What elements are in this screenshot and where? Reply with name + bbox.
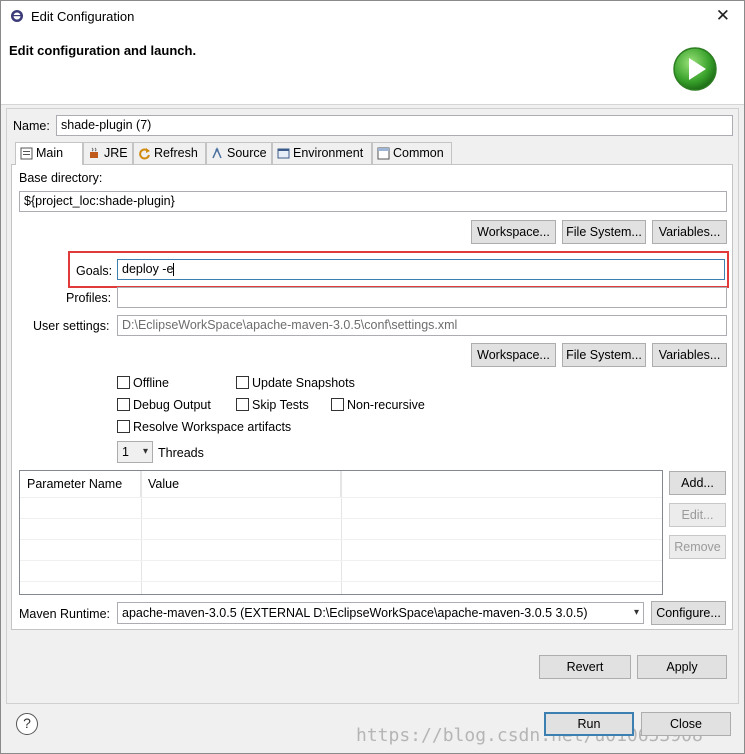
header-title: Edit configuration and launch. (9, 43, 197, 58)
column-header-parameter-name[interactable]: Parameter Name (20, 471, 141, 497)
table-row (20, 518, 662, 539)
parameters-table[interactable]: Parameter Name Value (19, 470, 663, 595)
offline-label: Offline (133, 376, 169, 390)
window-title: Edit Configuration (31, 9, 135, 24)
name-label: Name: (13, 119, 50, 133)
tab-common-label: Common (393, 146, 444, 160)
threads-select[interactable]: 1 ▾ (117, 441, 153, 463)
tab-jre[interactable]: JRE (83, 142, 133, 164)
maven-runtime-label: Maven Runtime: (19, 607, 111, 621)
user-settings-label: User settings: (33, 319, 110, 333)
remove-parameter-button[interactable]: Remove (669, 535, 726, 559)
goals-value: deploy -e (122, 262, 174, 276)
tab-refresh[interactable]: Refresh (133, 142, 206, 164)
run-button[interactable]: Run (544, 712, 634, 736)
environment-icon (277, 148, 290, 159)
close-button[interactable]: Close (641, 712, 731, 736)
tab-source-label: Source (227, 146, 267, 160)
tab-environment[interactable]: Environment (272, 142, 372, 164)
variables-button-2[interactable]: Variables... (652, 343, 727, 367)
skip-tests-label: Skip Tests (252, 398, 309, 412)
goals-field[interactable]: deploy -e (117, 259, 725, 280)
variables-button[interactable]: Variables... (652, 220, 727, 244)
maven-runtime-select[interactable]: apache-maven-3.0.5 (EXTERNAL D:\EclipseW… (117, 602, 644, 624)
non-recursive-label: Non-recursive (347, 398, 425, 412)
non-recursive-checkbox[interactable] (331, 398, 344, 411)
skip-tests-checkbox[interactable] (236, 398, 249, 411)
table-row (20, 497, 662, 518)
column-header-value[interactable]: Value (141, 471, 341, 497)
tab-main[interactable]: Main (15, 142, 83, 165)
profiles-label: Profiles: (66, 291, 112, 305)
source-icon (212, 147, 222, 159)
tab-refresh-label: Refresh (154, 146, 198, 160)
profiles-field[interactable] (117, 287, 727, 308)
name-field[interactable]: shade-plugin (7) (56, 115, 733, 136)
chevron-down-icon: ▾ (142, 446, 148, 457)
help-icon[interactable]: ? (16, 713, 38, 735)
title-bar: Edit Configuration ✕ (1, 1, 744, 31)
update-snapshots-checkbox[interactable] (236, 376, 249, 389)
offline-checkbox[interactable] (117, 376, 130, 389)
text-cursor (173, 263, 175, 277)
add-parameter-button[interactable]: Add... (669, 471, 726, 495)
resolve-workspace-checkbox[interactable] (117, 420, 130, 433)
common-icon (377, 147, 390, 160)
table-row (20, 560, 662, 581)
user-settings-field[interactable]: D:\EclipseWorkSpace\apache-maven-3.0.5\c… (117, 315, 727, 336)
tab-source[interactable]: Source (206, 142, 272, 164)
file-system-button[interactable]: File System... (562, 220, 646, 244)
base-directory-label: Base directory: (19, 171, 103, 185)
tab-environment-label: Environment (293, 146, 364, 160)
threads-label: Threads (158, 446, 204, 460)
dialog-header: Edit configuration and launch. (1, 31, 744, 105)
refresh-icon (139, 148, 150, 160)
edit-configuration-dialog: Edit Configuration ✕ Edit configuration … (0, 0, 745, 754)
tab-main-label: Main (36, 146, 64, 160)
table-row (20, 581, 662, 594)
tab-jre-label: JRE (104, 146, 128, 160)
close-window-icon[interactable]: ✕ (716, 6, 730, 26)
tab-common[interactable]: Common (372, 142, 452, 164)
tab-bar: Main JRE Refresh Source Environment Comm… (11, 142, 452, 165)
run-launch-icon (673, 47, 717, 91)
workspace-button-2[interactable]: Workspace... (471, 343, 556, 367)
revert-button[interactable]: Revert (539, 655, 631, 679)
configure-button[interactable]: Configure... (651, 601, 726, 625)
table-row (20, 539, 662, 560)
chevron-down-icon: ▾ (633, 607, 639, 618)
threads-value: 1 (122, 445, 129, 459)
main-tab-icon (20, 147, 33, 160)
goals-label: Goals: (76, 264, 113, 278)
apply-button[interactable]: Apply (637, 655, 727, 679)
base-directory-field[interactable]: ${project_loc:shade-plugin} (19, 191, 727, 212)
update-snapshots-label: Update Snapshots (252, 376, 355, 390)
edit-parameter-button[interactable]: Edit... (669, 503, 726, 527)
debug-output-checkbox[interactable] (117, 398, 130, 411)
workspace-button[interactable]: Workspace... (471, 220, 556, 244)
jre-icon (90, 147, 98, 158)
maven-runtime-value: apache-maven-3.0.5 (EXTERNAL D:\EclipseW… (122, 606, 588, 620)
resolve-workspace-label: Resolve Workspace artifacts (133, 420, 292, 434)
eclipse-icon (11, 10, 23, 22)
debug-output-label: Debug Output (133, 398, 211, 412)
file-system-button-2[interactable]: File System... (562, 343, 646, 367)
